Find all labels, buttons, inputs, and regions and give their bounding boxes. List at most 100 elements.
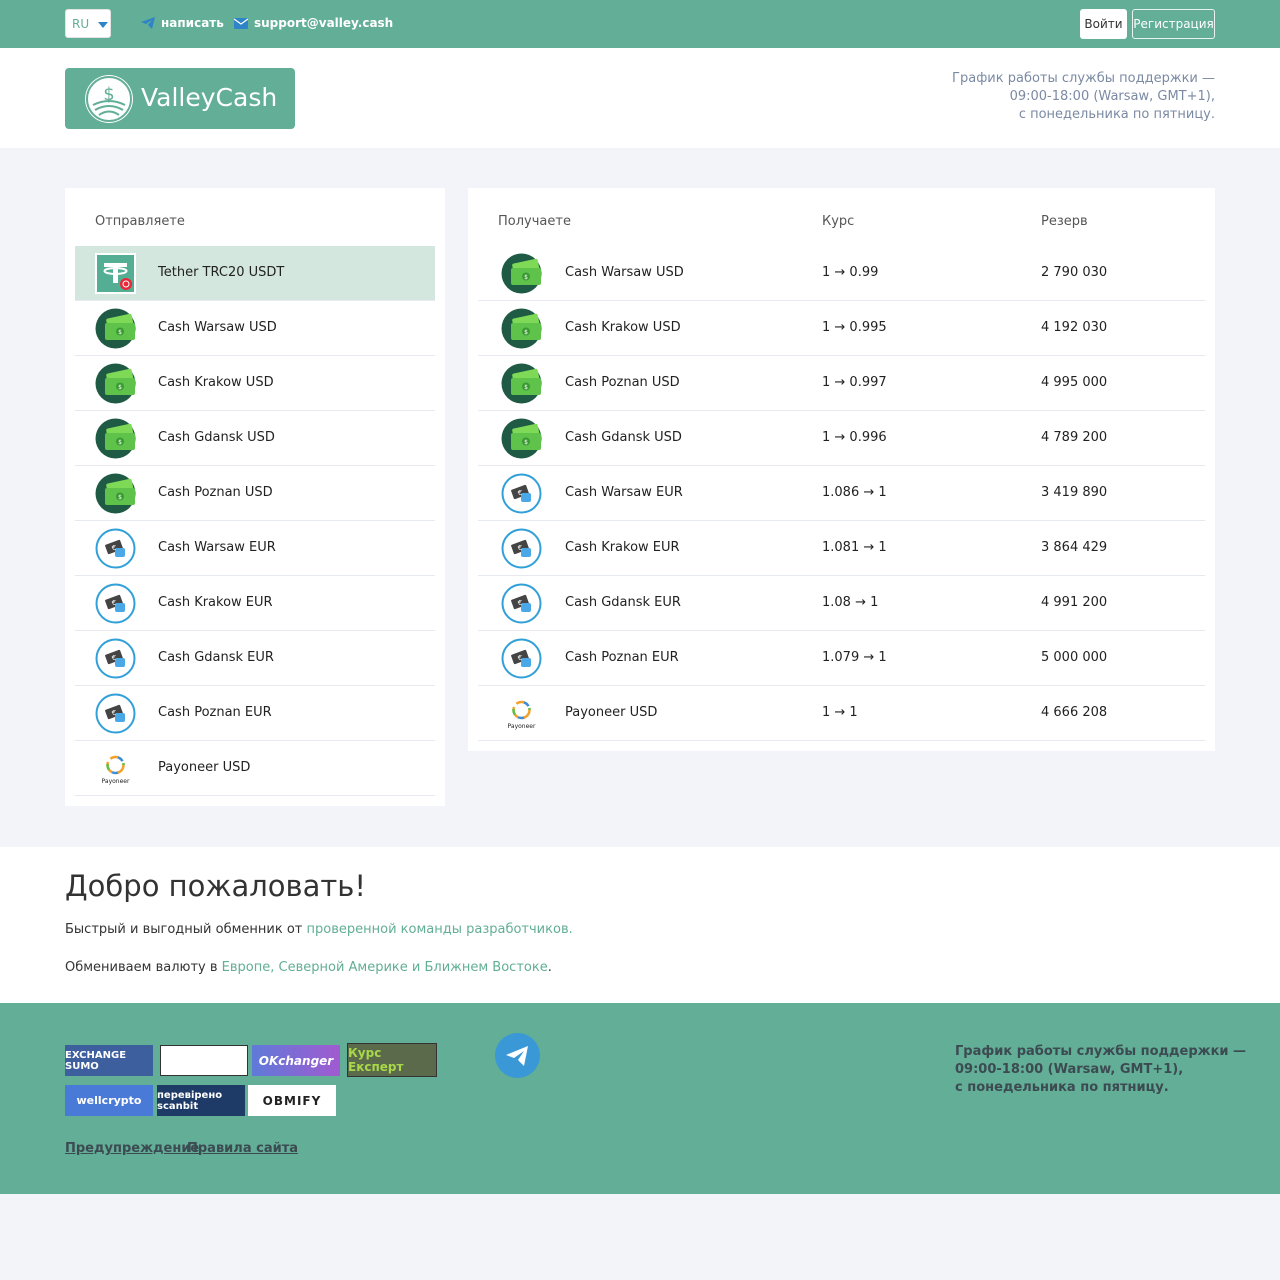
- send-currency-row[interactable]: $ Cash Krakow USD: [75, 356, 435, 411]
- okchanger-badge[interactable]: OKchanger: [252, 1045, 340, 1076]
- send-currency-row[interactable]: € Cash Warsaw EUR: [75, 521, 435, 576]
- welcome-text: .: [547, 960, 552, 975]
- register-button[interactable]: Регистрация: [1132, 9, 1215, 39]
- logo[interactable]: $ ValleyCash: [65, 68, 295, 129]
- currency-label: Cash Gdansk EUR: [158, 650, 274, 665]
- cash-usd-icon: $: [95, 418, 136, 459]
- send-currency-row[interactable]: $ Cash Warsaw USD: [75, 301, 435, 356]
- schedule-line: с понедельника по пятницу.: [955, 1080, 1169, 1095]
- receive-panel: Получаете Курс Резерв $ Cash Warsaw USD 1 …: [468, 188, 1215, 751]
- cash-usd-icon: $: [95, 363, 136, 404]
- rules-link[interactable]: Правила сайта: [187, 1141, 298, 1156]
- rate-heading: Курс: [822, 214, 855, 229]
- receive-currency-row[interactable]: Payoneer Payoneer USD 1 → 1 4 666 208: [478, 686, 1205, 741]
- kurs-expert-badge[interactable]: Курс Експерт: [347, 1043, 437, 1077]
- reserve-amount: 4 991 200: [1041, 595, 1108, 610]
- svg-text:$: $: [524, 274, 528, 281]
- receive-currency-row[interactable]: $ Cash Gdansk USD 1 → 0.996 4 789 200: [478, 411, 1205, 466]
- reserve-amount: 4 789 200: [1041, 430, 1108, 445]
- telegram-button[interactable]: [495, 1033, 540, 1078]
- currency-label: Cash Warsaw EUR: [158, 540, 276, 555]
- receive-currency-row[interactable]: € Cash Krakow EUR 1.081 → 1 3 864 429: [478, 521, 1205, 576]
- send-currency-row[interactable]: € Cash Poznan EUR: [75, 686, 435, 741]
- wellcrypto-badge[interactable]: wellcrypto: [65, 1085, 153, 1116]
- blank-badge[interactable]: [160, 1045, 248, 1076]
- login-button[interactable]: Войти: [1080, 9, 1127, 39]
- exchange-rate: 1.08 → 1: [822, 595, 879, 610]
- send-currency-row[interactable]: € Cash Krakow EUR: [75, 576, 435, 631]
- exchangesumo-badge[interactable]: EXCHANGE SUMO: [65, 1045, 153, 1076]
- svg-text:€: €: [518, 654, 522, 662]
- cash-eur-icon: €: [501, 583, 542, 624]
- exchange-rate: 1 → 0.996: [822, 430, 887, 445]
- currency-label: Cash Poznan USD: [158, 485, 273, 500]
- exchange-rate: 1.086 → 1: [822, 485, 887, 500]
- exchange-rate: 1 → 0.997: [822, 375, 887, 390]
- currency-label: Payoneer USD: [158, 760, 251, 775]
- send-currency-row[interactable]: € Cash Gdansk EUR: [75, 631, 435, 686]
- support-email: support@valley.cash: [254, 16, 394, 30]
- svg-text:€: €: [112, 654, 116, 662]
- tether-icon: [95, 253, 136, 294]
- obmify-badge[interactable]: OBMIFY: [248, 1085, 336, 1116]
- write-telegram-link[interactable]: написать: [141, 16, 224, 30]
- receive-currency-row[interactable]: $ Cash Poznan USD 1 → 0.997 4 995 000: [478, 356, 1205, 411]
- schedule-line: с понедельника по пятницу.: [1018, 107, 1215, 122]
- svg-text:€: €: [112, 709, 116, 717]
- receive-currency-row[interactable]: € Cash Gdansk EUR 1.08 → 1 4 991 200: [478, 576, 1205, 631]
- send-panel: Отправляете Tether TRC20 USDT $ Cash Warsa…: [65, 188, 445, 806]
- receive-currency-row[interactable]: € Cash Warsaw EUR 1.086 → 1 3 419 890: [478, 466, 1205, 521]
- reserve-amount: 5 000 000: [1041, 650, 1108, 665]
- currency-label: Cash Warsaw USD: [158, 320, 277, 335]
- logo-text: ValleyCash: [141, 83, 278, 112]
- svg-text:$: $: [118, 384, 122, 391]
- send-currency-row[interactable]: $ Cash Gdansk USD: [75, 411, 435, 466]
- schedule-line: График работы службы поддержки —: [952, 71, 1215, 86]
- cash-eur-icon: €: [501, 638, 542, 679]
- svg-text:Payoneer: Payoneer: [102, 778, 130, 785]
- currency-label: Cash Gdansk USD: [565, 430, 682, 445]
- team-link[interactable]: проверенной команды разработчиков.: [307, 922, 573, 937]
- svg-text:€: €: [518, 489, 522, 497]
- send-currency-row[interactable]: $ Cash Poznan USD: [75, 466, 435, 521]
- welcome-text: Обмениваем валюту в: [65, 960, 222, 975]
- send-currency-row[interactable]: Payoneer Payoneer USD: [75, 741, 435, 796]
- svg-text:€: €: [112, 599, 116, 607]
- regions-link[interactable]: Европе, Северной Америке и Ближнем Восто…: [222, 960, 548, 975]
- currency-label: Cash Warsaw USD: [565, 265, 684, 280]
- currency-label: Cash Poznan EUR: [158, 705, 272, 720]
- exchange-rate: 1 → 1: [822, 705, 858, 720]
- telegram-icon: [506, 1046, 528, 1066]
- welcome-section: Добро пожаловать! Быстрый и выгодный обм…: [0, 847, 1280, 1003]
- cash-usd-icon: $: [95, 473, 136, 514]
- cash-usd-icon: $: [501, 363, 542, 404]
- reserve-amount: 2 790 030: [1041, 265, 1108, 280]
- reserve-amount: 3 864 429: [1041, 540, 1108, 555]
- warning-link[interactable]: Предупреждение: [65, 1141, 199, 1156]
- send-currency-row[interactable]: Tether TRC20 USDT: [75, 246, 435, 301]
- svg-text:€: €: [112, 544, 116, 552]
- svg-text:$: $: [118, 329, 122, 336]
- currency-label: Cash Krakow EUR: [565, 540, 680, 555]
- welcome-line-2: Обмениваем валюту в Европе, Северной Аме…: [65, 960, 552, 975]
- scanbit-badge[interactable]: перевірено scanbit: [157, 1085, 245, 1116]
- svg-text:$: $: [524, 329, 528, 336]
- support-email-link[interactable]: support@valley.cash: [234, 16, 393, 30]
- receive-heading: Получаете: [498, 214, 571, 229]
- language-select[interactable]: RU: [65, 9, 111, 38]
- svg-text:€: €: [518, 599, 522, 607]
- currency-label: Cash Krakow USD: [158, 375, 274, 390]
- schedule-line: 09:00-18:00 (Warsaw, GMT+1),: [955, 1062, 1184, 1077]
- currency-label: Cash Gdansk EUR: [565, 595, 681, 610]
- cash-eur-icon: €: [95, 693, 136, 734]
- currency-label: Cash Poznan EUR: [565, 650, 679, 665]
- receive-currency-row[interactable]: € Cash Poznan EUR 1.079 → 1 5 000 000: [478, 631, 1205, 686]
- support-schedule: График работы службы поддержки — 09:00-1…: [952, 70, 1215, 124]
- receive-currency-row[interactable]: $ Cash Krakow USD 1 → 0.995 4 192 030: [478, 301, 1205, 356]
- send-heading: Отправляете: [95, 214, 185, 229]
- cash-usd-icon: $: [95, 308, 136, 349]
- receive-currency-row[interactable]: $ Cash Warsaw USD 1 → 0.99 2 790 030: [478, 246, 1205, 301]
- language-code: RU: [72, 17, 90, 31]
- reserve-amount: 4 666 208: [1041, 705, 1108, 720]
- exchange-rate: 1.079 → 1: [822, 650, 887, 665]
